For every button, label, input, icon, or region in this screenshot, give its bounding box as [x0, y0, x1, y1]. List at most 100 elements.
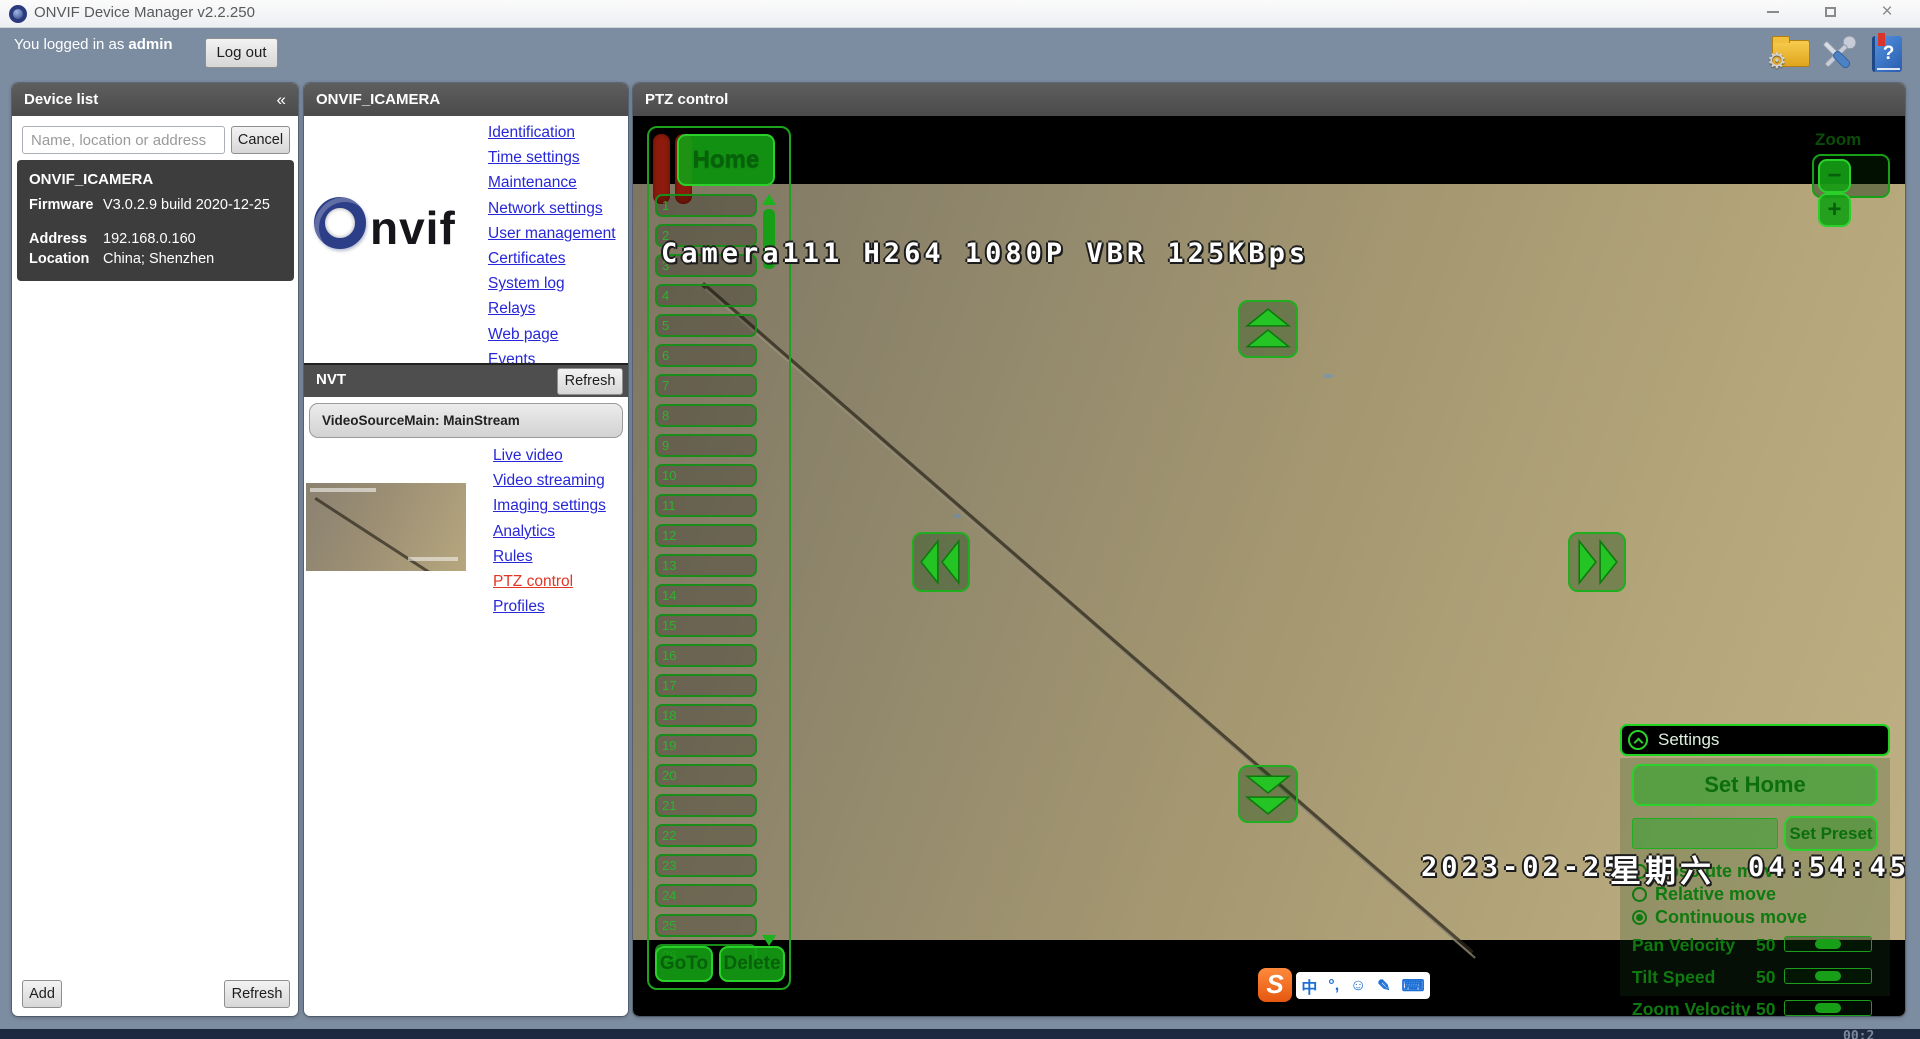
scroll-down-icon[interactable]: [762, 935, 776, 946]
preset-item-7[interactable]: 7: [655, 374, 757, 397]
preset-item-14[interactable]: 14: [655, 584, 757, 607]
pan-right-button[interactable]: [1568, 532, 1626, 592]
device-link-system-log[interactable]: System log: [488, 271, 626, 296]
collapse-settings-icon[interactable]: [1628, 730, 1648, 750]
device-link-time-settings[interactable]: Time settings: [488, 145, 626, 170]
ime-icon-2[interactable]: ☺: [1350, 977, 1366, 995]
nvt-link-rules[interactable]: Rules: [493, 544, 627, 569]
preset-item-20[interactable]: 20: [655, 764, 757, 787]
preset-item-11[interactable]: 11: [655, 494, 757, 517]
nvt-link-video-streaming[interactable]: Video streaming: [493, 468, 627, 493]
preset-item-17[interactable]: 17: [655, 674, 757, 697]
slider-zoom-velocity: Zoom Velocity50: [1632, 999, 1878, 1016]
preset-item-24[interactable]: 24: [655, 884, 757, 907]
nvt-link-live-video[interactable]: Live video: [493, 443, 627, 468]
device-link-maintenance[interactable]: Maintenance: [488, 170, 626, 195]
slider-track[interactable]: [1784, 1000, 1872, 1016]
collapse-panel-icon[interactable]: «: [277, 83, 286, 116]
ime-icon-1[interactable]: °,: [1328, 977, 1339, 995]
device-link-identification[interactable]: Identification: [488, 120, 626, 145]
slider-thumb[interactable]: [1815, 939, 1841, 949]
preset-item-19[interactable]: 19: [655, 734, 757, 757]
add-device-button[interactable]: Add: [22, 980, 62, 1008]
tools-icon[interactable]: [1818, 34, 1856, 81]
device-card[interactable]: ONVIF_ICAMERA FirmwareV3.0.2.9 build 202…: [17, 160, 294, 281]
slider-thumb[interactable]: [1815, 971, 1841, 981]
search-input[interactable]: [22, 126, 225, 154]
scroll-up-icon[interactable]: [762, 194, 776, 205]
home-button[interactable]: Home: [677, 134, 775, 186]
username: admin: [128, 36, 172, 53]
preset-item-9[interactable]: 9: [655, 434, 757, 457]
minimize-button[interactable]: [1753, 0, 1793, 26]
sogou-ime-icon[interactable]: S: [1258, 968, 1292, 1002]
slider-value: 50: [1756, 967, 1784, 987]
preset-item-6[interactable]: 6: [655, 344, 757, 367]
device-link-relays[interactable]: Relays: [488, 296, 626, 321]
pan-left-button[interactable]: [912, 532, 970, 592]
slider-thumb[interactable]: [1815, 1003, 1841, 1013]
preset-item-8[interactable]: 8: [655, 404, 757, 427]
velocity-sliders: Pan Velocity50Tilt Speed50Zoom Velocity5…: [1632, 935, 1878, 1016]
ptz-panel-header: PTZ control: [633, 83, 1905, 116]
preset-name-input[interactable]: [1632, 818, 1778, 849]
delete-preset-button[interactable]: Delete: [719, 946, 785, 982]
device-link-network-settings[interactable]: Network settings: [488, 196, 626, 221]
slider-label: Zoom Velocity: [1632, 999, 1756, 1016]
preset-item-1[interactable]: 1: [655, 194, 757, 217]
preset-item-4[interactable]: 4: [655, 284, 757, 307]
preset-item-12[interactable]: 12: [655, 524, 757, 547]
nvt-menu-links: Live videoVideo streamingImaging setting…: [493, 443, 627, 619]
radio-circle[interactable]: [1632, 910, 1647, 925]
preset-item-16[interactable]: 16: [655, 644, 757, 667]
nvt-link-analytics[interactable]: Analytics: [493, 519, 627, 544]
ime-icon-4[interactable]: ⌨: [1401, 976, 1424, 996]
preset-item-18[interactable]: 18: [655, 704, 757, 727]
pan-up-button[interactable]: [1238, 300, 1298, 358]
preset-item-15[interactable]: 15: [655, 614, 757, 637]
device-link-certificates[interactable]: Certificates: [488, 246, 626, 271]
set-home-button[interactable]: Set Home: [1632, 764, 1878, 806]
goto-preset-button[interactable]: GoTo: [655, 946, 713, 982]
nvt-link-ptz-control[interactable]: PTZ control: [493, 569, 627, 594]
ime-icon-0[interactable]: 中: [1301, 974, 1317, 998]
osd-time: 04:54:45: [1748, 852, 1905, 883]
radio-label: Continuous move: [1655, 907, 1807, 927]
maximize-button[interactable]: [1810, 0, 1850, 26]
help-icon[interactable]: ?: [1872, 36, 1902, 72]
device-location: LocationChina; Shenzhen: [29, 249, 282, 269]
set-preset-button[interactable]: Set Preset: [1784, 816, 1878, 851]
nvt-section-header: NVT Refresh: [304, 363, 628, 397]
nvt-refresh-button[interactable]: Refresh: [557, 368, 623, 395]
preset-item-5[interactable]: 5: [655, 314, 757, 337]
zoom-in-button[interactable]: +: [1818, 193, 1851, 227]
slider-track[interactable]: [1784, 936, 1872, 952]
zoom-out-button[interactable]: −: [1818, 159, 1851, 193]
refresh-devices-button[interactable]: Refresh: [224, 980, 290, 1008]
device-link-web-page[interactable]: Web page: [488, 322, 626, 347]
taskbar-strip: 00:2: [0, 1029, 1920, 1039]
preset-item-25[interactable]: 25: [655, 914, 757, 937]
preset-item-23[interactable]: 23: [655, 854, 757, 877]
slider-track[interactable]: [1784, 968, 1872, 984]
preset-item-21[interactable]: 21: [655, 794, 757, 817]
device-link-user-management[interactable]: User management: [488, 221, 626, 246]
settings-title-bar[interactable]: Settings: [1620, 724, 1890, 756]
preset-item-22[interactable]: 22: [655, 824, 757, 847]
preset-item-13[interactable]: 13: [655, 554, 757, 577]
preset-scrollbar[interactable]: [761, 194, 777, 960]
nvt-link-imaging-settings[interactable]: Imaging settings: [493, 493, 627, 518]
nvt-link-profiles[interactable]: Profiles: [493, 594, 627, 619]
radio-continuous-move[interactable]: Continuous move: [1632, 906, 1878, 929]
ime-toolbar: 中 °, ☺ ✎ ⌨: [1296, 972, 1430, 999]
preset-item-10[interactable]: 10: [655, 464, 757, 487]
device-panel-header: ONVIF_ICAMERA: [304, 83, 628, 116]
close-button[interactable]: ×: [1867, 0, 1907, 26]
cancel-button[interactable]: Cancel: [231, 126, 290, 154]
ime-icon-3[interactable]: ✎: [1377, 976, 1390, 996]
logout-button[interactable]: Log out: [205, 38, 278, 68]
video-source-selector[interactable]: VideoSourceMain: MainStream: [309, 403, 623, 438]
manage-settings-icon[interactable]: ⚙: [1772, 40, 1810, 67]
logged-in-text: You logged in asadmin: [14, 36, 173, 53]
tilt-down-button[interactable]: [1238, 765, 1298, 823]
